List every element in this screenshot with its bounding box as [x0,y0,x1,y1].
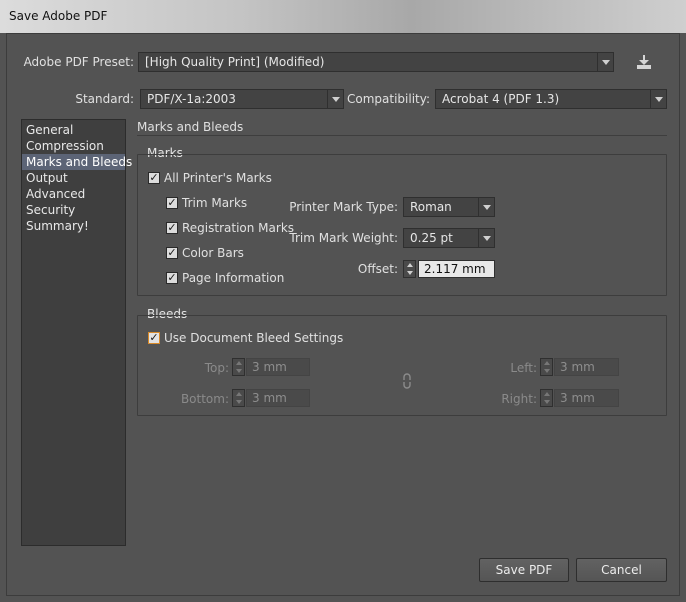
bleed-left-input[interactable]: 3 mm [554,358,619,376]
nav-item-security[interactable]: Security [22,202,125,218]
stepper-down-icon[interactable] [541,367,552,375]
stepper-up-icon[interactable] [233,390,244,398]
chevron-down-icon [478,229,494,247]
offset-label: Offset: [357,262,398,276]
chain-link-icon[interactable] [400,373,414,389]
bleed-bottom-stepper[interactable] [232,389,245,407]
window-title: Save Adobe PDF [9,9,108,23]
preset-value: [High Quality Print] (Modified) [145,55,325,69]
page-information-checkbox[interactable]: ✓ [166,272,178,284]
stepper-up-icon[interactable] [541,390,552,398]
section-divider [137,135,667,136]
standard-label: Standard: [75,92,134,106]
cancel-button[interactable]: Cancel [576,558,667,582]
dialog-body: Adobe PDF Preset: [High Quality Print] (… [6,33,680,596]
save-pdf-button[interactable]: Save PDF [479,558,569,582]
bleed-bottom-label: Bottom: [180,392,229,406]
stepper-up-icon[interactable] [404,261,415,269]
chevron-down-icon [597,53,613,71]
trim-marks-checkbox[interactable]: ✓ [166,197,178,209]
bleed-top-input[interactable]: 3 mm [246,358,310,376]
registration-marks-checkbox[interactable]: ✓ [166,222,178,234]
stepper-down-icon[interactable] [233,398,244,406]
nav-item-marks-and-bleeds[interactable]: Marks and Bleeds [22,154,132,170]
offset-input[interactable]: 2.117 mm [418,260,495,278]
title-bar: Save Adobe PDF [0,0,686,33]
bleed-right-stepper[interactable] [540,389,553,407]
stepper-up-icon[interactable] [233,359,244,367]
offset-stepper[interactable] [403,260,416,278]
chevron-down-icon [478,198,494,216]
save-preset-icon[interactable] [635,54,653,71]
chevron-down-icon [327,90,343,108]
standard-dropdown[interactable]: PDF/X-1a:2003 [140,89,344,109]
use-document-bleed-label: Use Document Bleed Settings [164,331,344,345]
nav-item-compression[interactable]: Compression [22,138,125,154]
bleed-right-input[interactable]: 3 mm [554,389,619,407]
all-printers-marks-checkbox[interactable]: ✓ [148,172,160,184]
stepper-down-icon[interactable] [233,367,244,375]
color-bars-label: Color Bars [182,246,244,260]
chevron-down-icon [650,90,666,108]
page-information-label: Page Information [182,271,285,285]
standard-value: PDF/X-1a:2003 [147,92,236,106]
compatibility-value: Acrobat 4 (PDF 1.3) [442,92,560,106]
trim-marks-label: Trim Marks [182,196,248,210]
stepper-down-icon[interactable] [404,269,415,277]
printer-mark-type-value: Roman [410,200,452,214]
preset-label: Adobe PDF Preset: [23,55,134,69]
printer-mark-type-label: Printer Mark Type: [289,200,398,214]
bleed-top-stepper[interactable] [232,358,245,376]
color-bars-checkbox[interactable]: ✓ [166,247,178,259]
bleed-left-label: Left: [510,361,537,375]
compatibility-dropdown[interactable]: Acrobat 4 (PDF 1.3) [435,89,667,109]
all-printers-marks-label: All Printer's Marks [164,171,272,185]
nav-item-output[interactable]: Output [22,170,125,186]
stepper-up-icon[interactable] [541,359,552,367]
trim-mark-weight-value: 0.25 pt [410,231,453,245]
bleed-right-label: Right: [501,392,537,406]
use-document-bleed-checkbox[interactable]: ✓ [148,332,160,344]
bleed-left-stepper[interactable] [540,358,553,376]
trim-mark-weight-dropdown[interactable]: 0.25 pt [403,228,495,248]
nav-item-summary[interactable]: Summary! [22,218,125,234]
category-list: General Compression Marks and Bleeds Out… [21,119,132,546]
nav-item-advanced[interactable]: Advanced [22,186,125,202]
printer-mark-type-dropdown[interactable]: Roman [403,197,495,217]
stepper-down-icon[interactable] [541,398,552,406]
nav-item-general[interactable]: General [22,122,125,138]
bleed-top-label: Top: [204,361,229,375]
compatibility-label: Compatibility: [347,92,431,106]
preset-dropdown[interactable]: [High Quality Print] (Modified) [138,52,614,72]
section-title: Marks and Bleeds [137,120,244,134]
trim-mark-weight-label: Trim Mark Weight: [289,231,398,245]
bleed-bottom-input[interactable]: 3 mm [246,389,310,407]
